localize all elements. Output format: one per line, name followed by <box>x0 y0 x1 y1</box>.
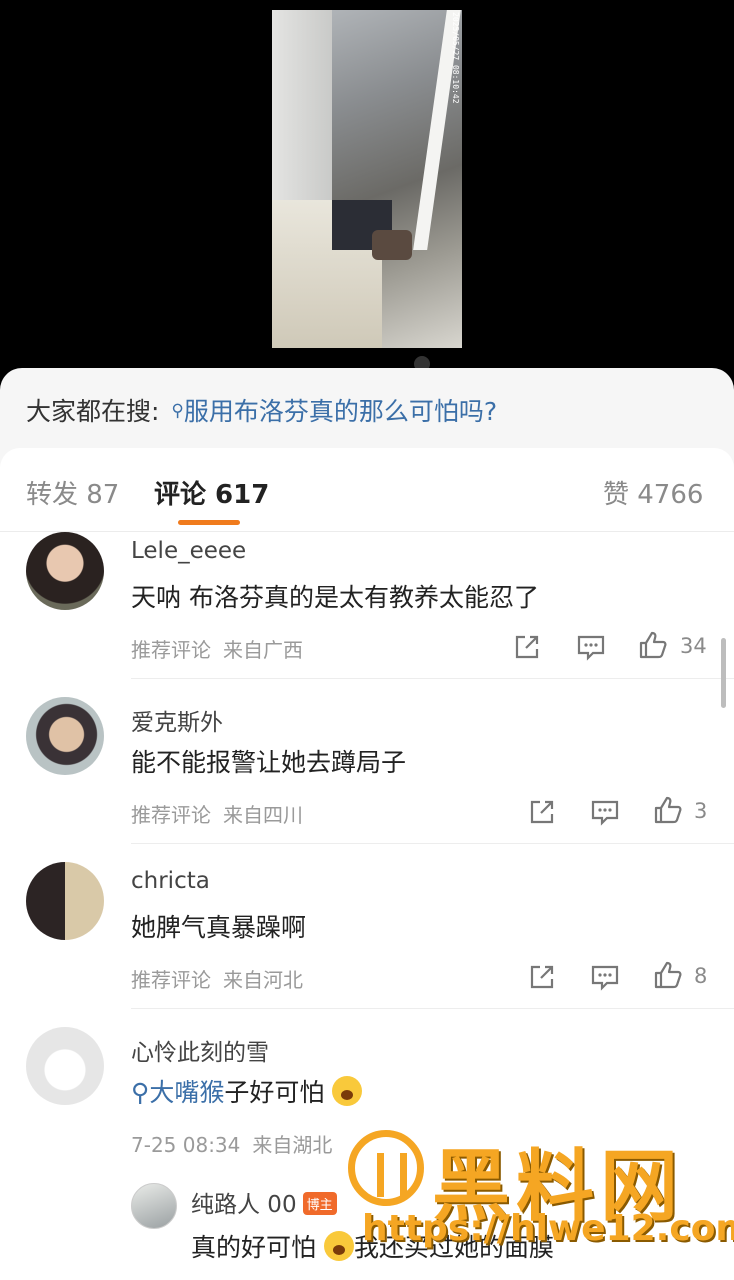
like-count: 8 <box>694 964 708 988</box>
video-timestamp: 2025/05/27 08:10:42 <box>451 12 460 104</box>
comment-divider <box>131 843 734 844</box>
reply-text-main: 真的好可怕 <box>191 1233 317 1262</box>
share-icon[interactable] <box>527 962 557 992</box>
avatar[interactable] <box>26 862 104 940</box>
comment-author[interactable]: Lele_eeee <box>131 538 246 564</box>
avatar[interactable] <box>26 1027 104 1105</box>
comment-location: 来自广西 <box>223 638 303 662</box>
author-badge: 博主 <box>302 1192 337 1215</box>
watermark-logo-icon <box>348 1130 424 1206</box>
like-icon[interactable] <box>653 960 683 990</box>
tab-repost[interactable]: 转发 87 <box>26 474 119 511</box>
share-icon[interactable] <box>527 797 557 827</box>
comment-text: 能不能报警让她去蹲局子 <box>131 748 407 777</box>
avatar[interactable] <box>131 1183 177 1229</box>
reply-icon[interactable] <box>590 962 620 992</box>
comment-location: 来自湖北 <box>252 1133 333 1157</box>
watermark: 黑料网 https://hlwe12.com <box>340 1128 734 1280</box>
inline-search-icon: ⚲ <box>131 1078 150 1107</box>
avatar[interactable] <box>26 697 104 775</box>
tab-likes[interactable]: 赞 4766 <box>603 474 703 511</box>
avatar[interactable] <box>26 532 104 610</box>
comment-tag: 推荐评论 <box>131 803 211 827</box>
comment-location: 来自四川 <box>223 803 303 827</box>
comment-meta: 7-25 08:34 来自湖北 <box>131 1129 332 1158</box>
comment-location: 来自河北 <box>223 968 303 992</box>
comment-meta: 推荐评论 来自四川 <box>131 799 303 828</box>
comment-author[interactable]: chricta <box>131 868 210 894</box>
search-icon: ⚲ <box>171 401 184 421</box>
comment-author[interactable]: 爱克斯外 <box>131 703 223 737</box>
comment-meta: 推荐评论 来自广西 <box>131 634 303 663</box>
search-hint[interactable]: 大家都在搜: ⚲服用布洛芬真的那么可怕吗? <box>26 392 497 428</box>
like-icon[interactable] <box>638 630 668 660</box>
reply-author: 纯路人 00 博主 <box>191 1185 337 1219</box>
like-count: 3 <box>694 799 708 823</box>
comment-tag: 推荐评论 <box>131 968 211 992</box>
video-scene-person <box>372 230 412 260</box>
video-frame[interactable]: 2025/05/27 08:10:42 <box>272 10 462 348</box>
share-icon[interactable] <box>512 632 542 662</box>
comment-text: 她脾气真暴躁啊 <box>131 913 307 942</box>
tab-comments[interactable]: 评论 617 <box>154 474 269 511</box>
scrollbar[interactable] <box>721 638 726 708</box>
like-count: 34 <box>680 634 707 658</box>
comment-author[interactable]: 心怜此刻的雪 <box>131 1033 269 1067</box>
comment-meta: 推荐评论 来自河北 <box>131 964 303 993</box>
search-hint-query[interactable]: 服用布洛芬真的那么可怕吗? <box>184 397 497 426</box>
comment-divider <box>131 1008 734 1009</box>
like-icon[interactable] <box>653 795 683 825</box>
video-player[interactable]: 2025/05/27 08:10:42 <box>0 0 734 400</box>
watermark-logo-mark <box>377 1153 407 1197</box>
search-hint-prefix: 大家都在搜: <box>26 397 160 426</box>
reply-icon[interactable] <box>576 632 606 662</box>
comment-divider <box>131 678 734 679</box>
inline-search-link[interactable]: 大嘴猴 <box>149 1078 224 1107</box>
comment-text-rest: 子好可怕 <box>224 1078 325 1107</box>
comment-tag: 推荐评论 <box>131 638 211 662</box>
reply-author-name[interactable]: 纯路人 00 <box>191 1192 297 1218</box>
comment-date: 7-25 08:34 <box>131 1133 241 1157</box>
comment-text: 天呐 布洛芬真的是太有教养太能忍了 <box>131 583 539 612</box>
scared-emoji-icon <box>332 1076 363 1106</box>
comment-text: ⚲大嘴猴子好可怕 <box>131 1073 363 1109</box>
reply-icon[interactable] <box>590 797 620 827</box>
tab-active-indicator <box>178 520 240 525</box>
watermark-url: https://hlwe12.com <box>362 1208 734 1249</box>
